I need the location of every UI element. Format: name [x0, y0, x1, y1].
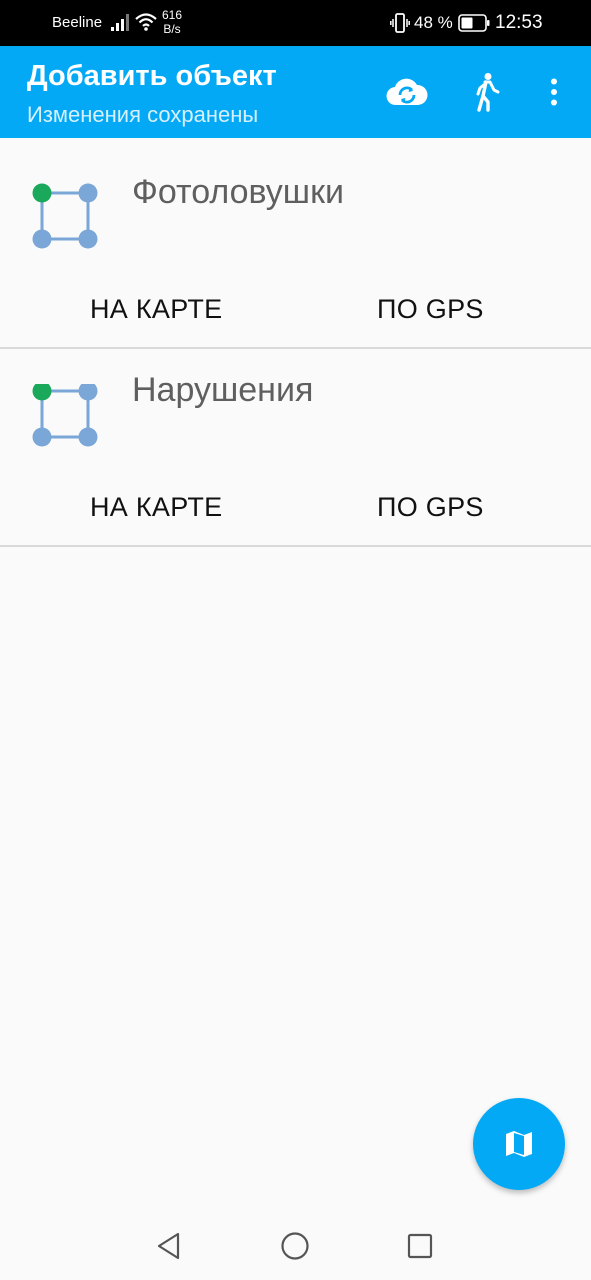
network-speed-value: 616 [162, 8, 183, 22]
status-bar: Beeline 616 B/s 48 % 12:53 [0, 0, 591, 46]
page-title: Добавить объект [27, 60, 277, 92]
add-by-gps-button[interactable]: ПО GPS [377, 492, 484, 523]
page-subtitle: Изменения сохранены [27, 102, 259, 127]
network-speed-unit: B/s [163, 22, 181, 36]
system-nav-bar [0, 1210, 591, 1280]
cloud-sync-icon [386, 78, 428, 106]
screen: Beeline 616 B/s 48 % 12:53 Добавить объе… [0, 0, 591, 1280]
nav-back-button[interactable] [151, 1228, 187, 1264]
back-icon [157, 1232, 180, 1260]
battery-percent: 48 % [414, 13, 453, 32]
home-icon [281, 1232, 309, 1260]
add-by-gps-button[interactable]: ПО GPS [377, 294, 484, 325]
layer-name: Фотоловушки [132, 173, 344, 211]
walk-icon [476, 73, 500, 112]
carrier-name: Beeline [52, 14, 103, 31]
nav-home-button[interactable] [277, 1228, 313, 1264]
nav-recent-button[interactable] [402, 1228, 438, 1264]
list-item: Фотоловушки НА КАРТЕ ПО GPS [0, 138, 591, 349]
polygon-layer-icon [32, 384, 98, 447]
layer-name: Нарушения [132, 371, 314, 409]
network-speed: 616 B/s [162, 8, 182, 36]
wifi-icon [135, 13, 157, 31]
clock: 12:53 [495, 12, 543, 33]
polygon-layer-icon [32, 183, 98, 249]
more-options-button[interactable] [530, 68, 578, 116]
signal-icon [111, 14, 129, 31]
open-map-fab[interactable] [473, 1098, 565, 1190]
battery-icon [458, 14, 490, 32]
recent-apps-icon [407, 1233, 433, 1259]
add-on-map-button[interactable]: НА КАРТЕ [90, 294, 222, 325]
app-bar: Добавить объект Изменения сохранены [0, 46, 591, 138]
sync-button[interactable] [383, 68, 431, 116]
map-icon [506, 1131, 532, 1157]
more-vert-icon [551, 78, 557, 106]
list-item: Нарушения НА КАРТЕ ПО GPS [0, 349, 591, 547]
walk-button[interactable] [462, 68, 510, 116]
vibrate-icon [390, 13, 410, 33]
add-on-map-button[interactable]: НА КАРТЕ [90, 492, 222, 523]
